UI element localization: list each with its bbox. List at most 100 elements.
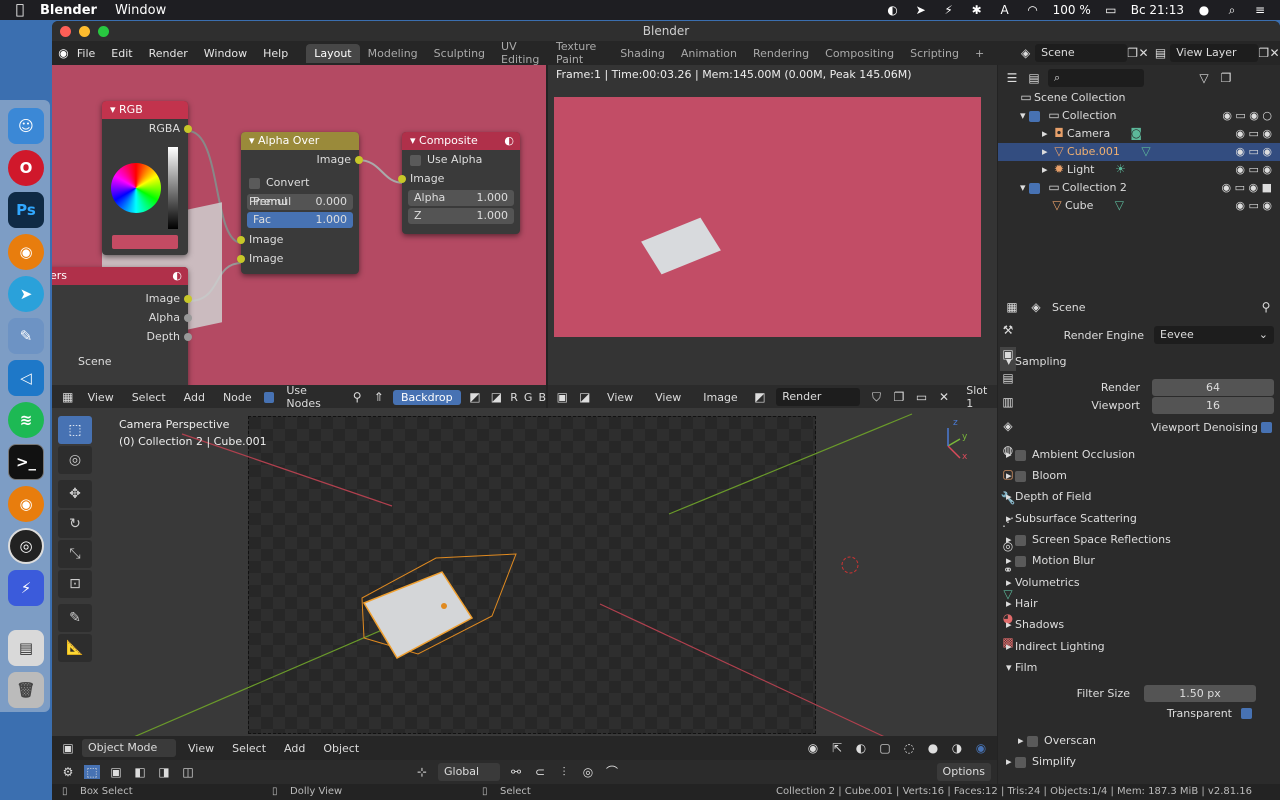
scene-tab-icon[interactable]: ◈ [1000,419,1016,443]
light-data-icon[interactable]: ☀ [1112,162,1128,176]
gizmo-toggle-icon[interactable]: ⇱ [829,741,845,755]
blender-dock-icon[interactable]: ◉ [8,234,44,270]
select-mode-extend-icon[interactable]: ◧ [132,765,148,779]
cube-data-icon[interactable]: ▽ [1111,198,1127,212]
node-select-menu[interactable]: Select [126,390,172,405]
rotate-tool-icon[interactable]: ↻ [58,510,92,538]
tab-layout[interactable]: Layout [306,43,360,63]
cube-visibility-icons[interactable]: ◉ ▭ ◉ [1235,197,1272,215]
gizmo-x-label[interactable]: x [962,452,967,462]
battery-percent[interactable]: 100 % [1053,3,1091,17]
bloom-checkbox[interactable] [1015,470,1027,482]
annotate-tool-icon[interactable]: ✎ [58,604,92,632]
panel-bloom[interactable]: ▸ Bloom [1006,465,1262,486]
panel-indirect-lighting[interactable]: ▸ Indirect Lighting [1006,636,1262,657]
image-view-menu[interactable]: View [649,390,687,405]
clock[interactable]: Вс 21:13 [1131,3,1184,17]
menu-file[interactable]: File [69,47,103,60]
viewport-add-menu[interactable]: Add [278,741,311,756]
select-mode-subtract-icon[interactable]: ◨ [156,765,172,779]
filter-size-field[interactable]: 1.50 px [1144,685,1256,702]
transparent-checkbox[interactable] [1241,708,1252,719]
outliner-row-camera[interactable]: ▸ ◘ Camera ◙ ◉ ▭ ◉ [998,125,1280,143]
panel-hair[interactable]: ▸ Hair [1006,593,1262,614]
properties-editor[interactable]: ▦ ◈ Scene ⚲ ⚒ ▣ ▤ ▥ ◈ ◍ ▢ 🔧 ⋰ ◎ ⚭ ▽ ◕ ▩ … [998,297,1280,797]
close-button[interactable] [60,26,71,37]
viewport-object-menu[interactable]: Object [317,741,365,756]
outliner-row-collection[interactable]: ▾ ▭ Collection ◉ ▭ ◉ ○ [998,107,1280,125]
ssr-checkbox[interactable] [1015,534,1027,546]
menu-help[interactable]: Help [255,47,296,60]
viewport-samples-field[interactable]: 16 [1152,397,1274,414]
composite-image-socket[interactable] [398,175,406,183]
measure-tool-icon[interactable]: 📐 [58,634,92,662]
opera-icon[interactable]: O [8,150,44,186]
rgb-node[interactable]: ▾ RGB RGBA [102,101,192,255]
tab-animation[interactable]: Animation [673,44,745,63]
add-workspace-icon[interactable]: + [967,44,992,63]
new-collection-icon[interactable]: ❐ [1218,71,1234,85]
composite-node[interactable]: ▾ Composite ◐ Use Alpha Image Alpha 1.000 … [398,132,520,234]
panel-overscan[interactable]: ▸ Overscan [1018,730,1274,751]
viewport-denoising-row[interactable]: Viewport Denoising [1024,417,1280,438]
status-icon[interactable]: ◐ [885,3,901,17]
backdrop-button[interactable]: Backdrop [392,389,462,405]
slot-dropdown[interactable]: Slot 1 [960,383,997,411]
blender-dock-icon-2[interactable]: ◉ [8,486,44,522]
solid-shading-icon[interactable]: ● [925,741,941,755]
select-box-tool-icon[interactable]: ⬚ [58,416,92,444]
collection-checkbox[interactable] [1029,110,1041,122]
wifi-icon[interactable]: ◠ [1025,3,1041,17]
properties-type-icon[interactable]: ▦ [1004,300,1020,314]
filter-icon[interactable]: ▽ [1196,71,1212,85]
panel-simplify[interactable]: ▸ Simplify [1006,751,1262,772]
mesh-data-icon[interactable]: ▽ [1138,144,1154,158]
render-samples-field[interactable]: 64 [1152,379,1274,396]
viewport-view-menu[interactable]: View [182,741,220,756]
falloff-icon[interactable]: ⌒ [604,765,620,779]
xray-icon[interactable]: ▢ [877,741,893,755]
bluetooth-icon[interactable]: ✱ [969,3,985,17]
use-alpha-row[interactable]: Use Alpha [402,150,520,169]
app-menu[interactable]: Blender [40,3,97,18]
output-tab-icon[interactable]: ▤ [1000,371,1016,395]
composite-z-field[interactable]: Z 1.000 [408,208,514,224]
select-mode-intersect-icon[interactable]: ◫ [180,765,196,779]
outliner-row-light[interactable]: ▸ ✹ Light ☀ ◉ ▭ ◉ [998,161,1280,179]
node-node-menu[interactable]: Node [217,390,258,405]
tool-settings-icon[interactable]: ⚙ [60,765,76,779]
window-menu[interactable]: Window [115,3,166,18]
alpha-over-node[interactable]: ▾ Alpha Over Image Convert Premul Premul… [237,132,363,274]
motion-blur-checkbox[interactable] [1015,555,1027,567]
collection-2-checkbox[interactable] [1029,182,1041,194]
view-layer-icon[interactable]: ▤ [1155,46,1166,60]
telegram-tray-icon[interactable]: ➤ [913,3,929,17]
photoshop-icon[interactable]: Ps [8,192,44,228]
downloads-icon[interactable]: ▤ [8,630,44,666]
image-mode-icon[interactable]: ◪ [579,390,592,404]
tab-sculpting[interactable]: Sculpting [426,44,493,63]
view-layer-field[interactable]: View Layer [1170,44,1259,62]
cursor-tool-icon[interactable]: ◎ [58,446,92,474]
finder-icon[interactable]: ☺ [8,108,44,144]
image-in-socket-2[interactable] [237,255,245,263]
zoom-button[interactable] [98,26,109,37]
fac-field[interactable]: Fac 1.000 [247,212,353,228]
obs-icon[interactable]: ◎ [8,528,44,564]
camera-data-icon[interactable]: ◙ [1128,126,1144,140]
panel-motion-blur[interactable]: ▸ Motion Blur [1006,550,1262,571]
viewport-type-icon[interactable]: ▣ [60,741,76,755]
scene-collection-row[interactable]: ▭ Scene Collection [998,89,1280,107]
gizmo-z-label[interactable]: z [953,418,958,428]
preview-icon[interactable]: ✎ [8,318,44,354]
outliner-search[interactable]: ⌕ [1048,69,1144,87]
tab-shading[interactable]: Shading [612,44,673,63]
image-view-dropdown[interactable]: View [601,390,639,405]
channel-r[interactable]: R [510,391,518,404]
options-dropdown[interactable]: Options [936,763,991,781]
unlink-image-icon[interactable]: ✕ [938,390,951,404]
panel-film[interactable]: ▾ Film [1006,657,1262,678]
material-shading-icon[interactable]: ◑ [949,741,965,755]
image-in-socket-1[interactable] [237,236,245,244]
backdrop-rgba-icon[interactable]: ◩ [467,390,483,404]
